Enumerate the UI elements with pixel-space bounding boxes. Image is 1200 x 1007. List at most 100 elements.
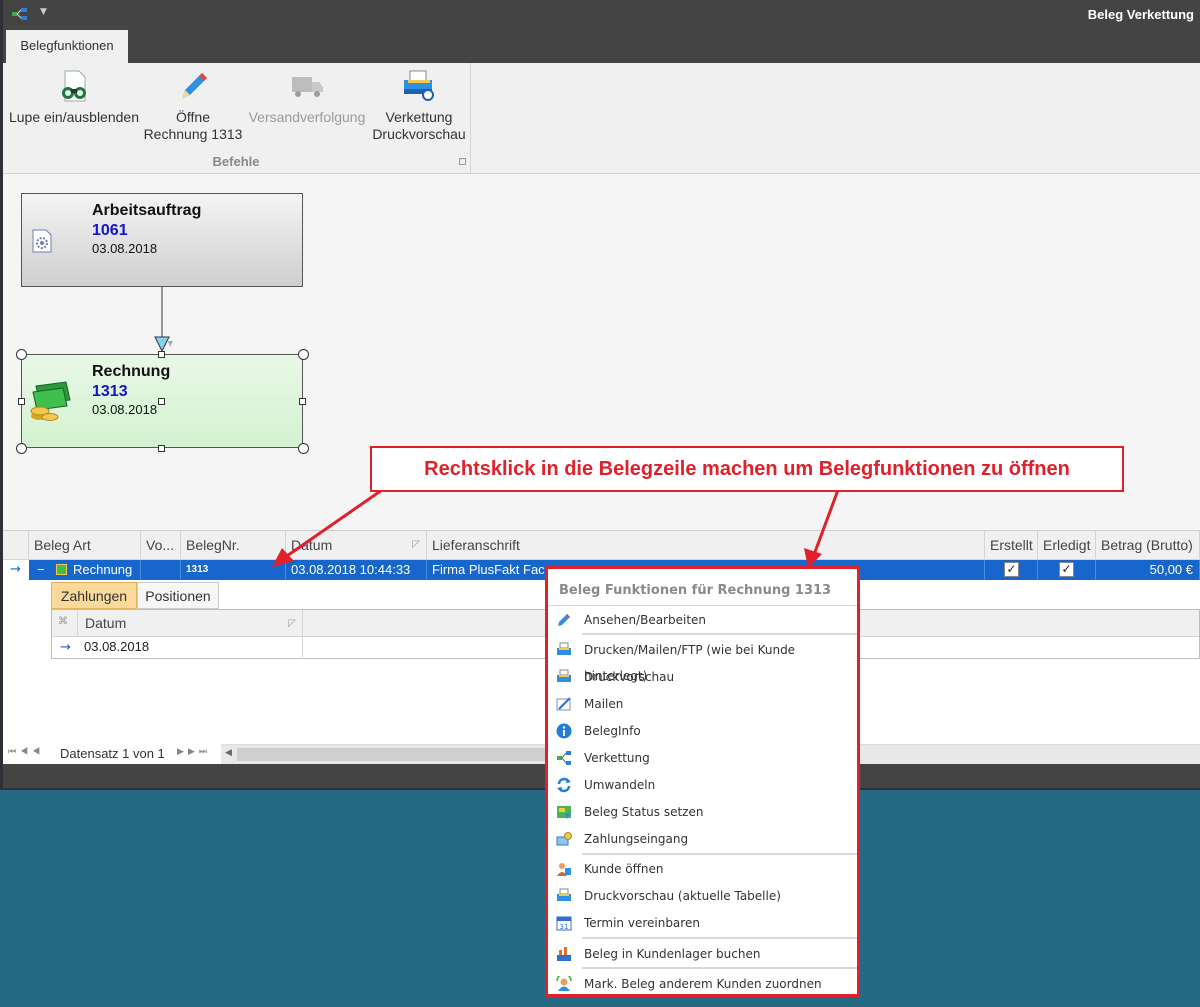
resize-handle[interactable] — [16, 349, 27, 360]
pager-text: Datensatz 1 von 1 — [60, 746, 165, 761]
scroll-left-icon[interactable]: ◀ — [225, 747, 232, 758]
verkettung-druckvorschau-button[interactable]: Verkettung Druckvorschau — [371, 63, 467, 153]
pager-next-last-icons[interactable]: ▶▶⏭ — [177, 746, 211, 757]
menu-item-label: BelegInfo — [584, 724, 641, 738]
truck-icon — [290, 69, 324, 103]
work-order-icon — [32, 229, 52, 253]
printer-preview-icon — [402, 69, 436, 103]
context-menu-header: Beleg Funktionen für Rechnung 1313 — [559, 583, 832, 598]
resize-handle[interactable] — [299, 398, 306, 405]
print-preview-icon — [557, 888, 571, 901]
verkettung-druckvorschau-label: Verkettung Druckvorschau — [372, 109, 466, 142]
printer-icon — [557, 642, 571, 655]
collapse-icon[interactable]: − — [37, 560, 45, 579]
oeffne-rechnung-label: Öffne Rechnung 1313 — [143, 109, 243, 142]
print-preview-icon — [557, 669, 571, 682]
resize-handle[interactable] — [158, 398, 165, 405]
menu-item-kunde-oeffnen[interactable]: Kunde öffnen — [548, 856, 857, 882]
beleg-context-menu: Beleg Funktionen für Rechnung 1313 Anseh… — [545, 566, 860, 997]
menu-item-ansehen-bearbeiten[interactable]: Ansehen/Bearbeiten — [548, 607, 857, 633]
erstellt-checkbox[interactable]: ✓ — [1004, 562, 1019, 577]
cell-erstellt[interactable]: ✓ — [985, 560, 1038, 580]
column-chooser-icon[interactable]: ⌘ — [58, 616, 68, 627]
versandverfolgung-button[interactable]: Versandverfolgung — [247, 63, 367, 153]
diagram-node-arbeitsauftrag[interactable]: Arbeitsauftrag 1061 03.08.2018 — [21, 193, 303, 287]
current-row-arrow-icon: → — [10, 562, 21, 577]
ribbon-group-befehle: Befehle — [212, 154, 260, 169]
filter-icon[interactable]: ◸ — [288, 610, 296, 637]
title-bar: ▼ Beleg Verkettung — [3, 0, 1200, 30]
menu-separator — [582, 853, 857, 855]
cell-vo[interactable] — [141, 560, 181, 580]
menu-separator — [582, 633, 857, 635]
connector-arrow — [154, 287, 173, 353]
ribbon-tab-strip: Belegfunktionen — [3, 30, 1200, 63]
scrollbar-thumb[interactable] — [237, 748, 557, 761]
menu-item-label: Druckvorschau (aktuelle Tabelle) — [584, 889, 781, 903]
cell-betrag[interactable]: 50,00 € — [1096, 560, 1200, 580]
quick-access-dropdown-icon[interactable]: ▼ — [40, 7, 47, 17]
cell-belegart-text: Rechnung — [73, 562, 133, 577]
resize-handle[interactable] — [298, 349, 309, 360]
menu-item-label: Zahlungseingang — [584, 832, 689, 846]
menu-item-umwandeln[interactable]: Umwandeln — [548, 772, 857, 798]
resize-handle[interactable] — [158, 351, 165, 358]
pencil-icon — [558, 614, 570, 626]
menu-item-druckvorschau[interactable]: Druckvorschau — [548, 664, 857, 690]
erledigt-checkbox[interactable]: ✓ — [1059, 562, 1074, 577]
subgrid-column-datum[interactable]: Datum ◸ — [77, 610, 303, 637]
node-title: Arbeitsauftrag — [92, 202, 202, 219]
warehouse-icon — [557, 947, 571, 961]
resize-handle[interactable] — [16, 443, 27, 454]
tab-positionen[interactable]: Positionen — [137, 582, 219, 609]
subgrid-cell-datum[interactable]: 03.08.2018 — [77, 637, 303, 657]
column-header-betrag[interactable]: Betrag (Brutto) — [1096, 531, 1200, 560]
menu-item-verkettung[interactable]: Verkettung — [548, 745, 857, 771]
resize-handle[interactable] — [18, 398, 25, 405]
lupe-button[interactable]: Lupe ein/ausblenden — [5, 63, 143, 153]
tab-belegfunktionen[interactable]: Belegfunktionen — [6, 30, 128, 63]
node-date: 03.08.2018 — [92, 241, 158, 256]
grid-indicator-header — [3, 531, 29, 560]
resize-handle[interactable] — [158, 445, 165, 452]
menu-item-label: Verkettung — [584, 751, 650, 765]
menu-item-label: Mark. Beleg anderem Kunden zuordnen — [584, 977, 822, 991]
menu-item-anderem-kunden-zuordnen[interactable]: Mark. Beleg anderem Kunden zuordnen — [548, 971, 857, 997]
menu-item-kundenlager-buchen[interactable]: Beleg in Kundenlager buchen — [548, 941, 857, 967]
tab-zahlungen[interactable]: Zahlungen — [51, 582, 137, 609]
status-icon — [557, 806, 571, 819]
pager-first-prev-icons[interactable]: ⏮◀◀ — [8, 746, 44, 757]
quick-access-icon[interactable] — [11, 7, 29, 21]
menu-item-beleginfo[interactable]: BelegInfo — [548, 718, 857, 744]
column-header-belegart[interactable]: Beleg Art — [29, 531, 141, 560]
menu-item-label: Beleg in Kundenlager buchen — [584, 947, 761, 961]
menu-item-mailen[interactable]: Mailen — [548, 691, 857, 717]
versandverfolgung-label: Versandverfolgung — [248, 109, 366, 125]
resize-handle[interactable] — [298, 443, 309, 454]
menu-item-termin-vereinbaren[interactable]: 31 Termin vereinbaren — [548, 910, 857, 936]
money-icon — [30, 381, 71, 421]
menu-item-label: Beleg Status setzen — [584, 805, 704, 819]
column-header-erstellt[interactable]: Erstellt — [985, 531, 1038, 560]
customer-icon — [557, 863, 571, 876]
chain-icon — [557, 751, 571, 765]
node-number: 1061 — [92, 222, 128, 239]
cell-erledigt[interactable]: ✓ — [1038, 560, 1096, 580]
column-header-vo[interactable]: Vo... — [141, 531, 181, 560]
mail-icon — [556, 697, 571, 711]
menu-item-zahlungseingang[interactable]: Zahlungseingang — [548, 826, 857, 852]
cell-belegart[interactable]: − Rechnung — [29, 560, 141, 580]
menu-item-beleg-status-setzen[interactable]: Beleg Status setzen — [548, 799, 857, 825]
svg-text:31: 31 — [560, 923, 569, 931]
menu-item-druckvorschau-tabelle[interactable]: Druckvorschau (aktuelle Tabelle) — [548, 883, 857, 909]
menu-separator — [548, 605, 857, 606]
menu-separator — [582, 967, 857, 969]
convert-icon — [557, 777, 571, 793]
node-date: 03.08.2018 — [92, 402, 158, 417]
reassign-customer-icon — [556, 976, 572, 991]
oeffne-rechnung-button[interactable]: Öffne Rechnung 1313 — [143, 63, 243, 153]
column-header-erledigt[interactable]: Erledigt — [1038, 531, 1096, 560]
group-launcher-icon[interactable] — [459, 158, 466, 165]
menu-item-label: Kunde öffnen — [584, 862, 664, 876]
menu-item-drucken-mailen-ftp[interactable]: Drucken/Mailen/FTP (wie bei Kunde hinter… — [548, 637, 857, 683]
